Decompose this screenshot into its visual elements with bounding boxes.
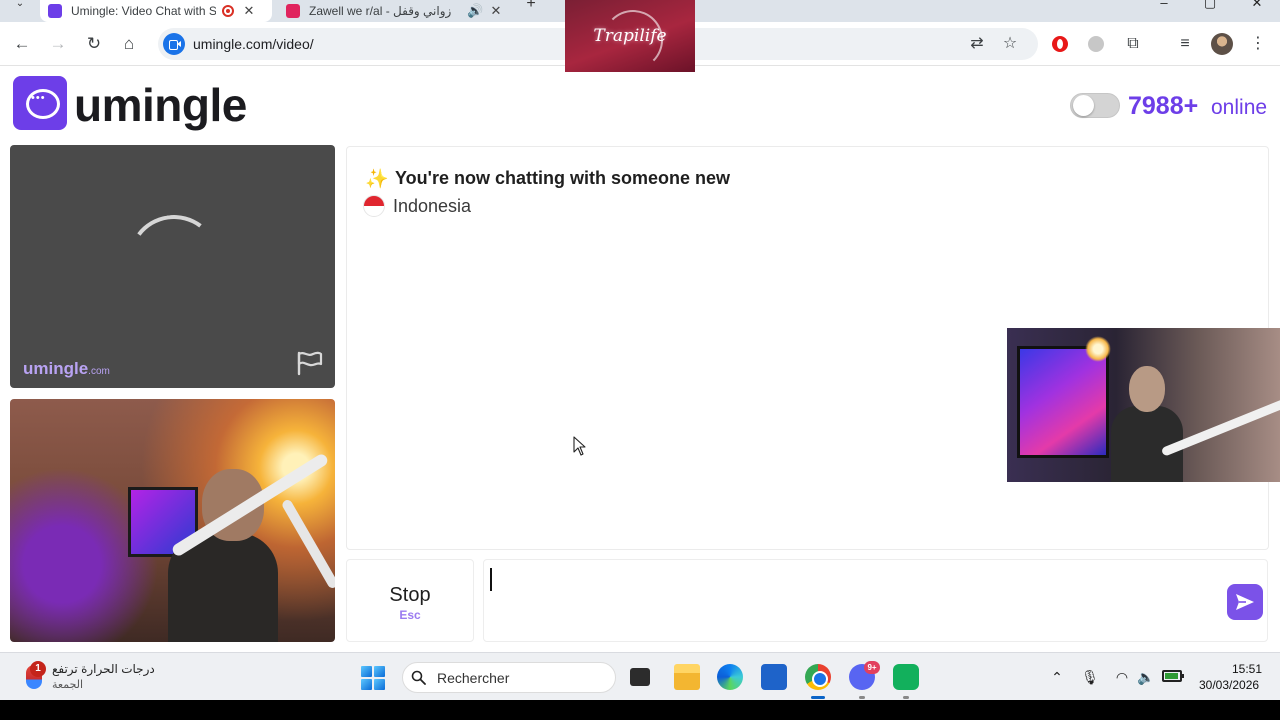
tab-umingle[interactable]: Umingle: Video Chat with St ✕: [40, 0, 272, 22]
loading-spinner-icon: [122, 209, 226, 313]
umingle-favicon-icon: [48, 4, 62, 18]
webcam-person-head: [1129, 366, 1165, 412]
opera-extension-icon[interactable]: [1052, 36, 1068, 52]
task-view-icon[interactable]: [630, 668, 650, 686]
youtube-favicon-icon: [286, 4, 300, 18]
windows-start-icon[interactable]: [361, 666, 385, 690]
close-tab-icon[interactable]: ✕: [489, 3, 503, 19]
sparkle-icon: ✨: [365, 169, 389, 190]
site-info-icon[interactable]: [163, 33, 185, 55]
restore-icon[interactable]: ▢: [1200, 0, 1220, 12]
clock-date[interactable]: 30/03/2026: [1199, 678, 1259, 692]
taskbar-search[interactable]: Rechercher: [402, 662, 616, 693]
file-explorer-icon[interactable]: [674, 664, 700, 690]
weather-title[interactable]: درجات الحرارة ترتفع: [52, 662, 155, 676]
extensions-puzzle-icon[interactable]: ⧉: [1122, 33, 1144, 55]
edge-browser-icon[interactable]: [717, 664, 743, 690]
media-control-icon[interactable]: ≡: [1174, 33, 1196, 55]
weather-badge: 1: [30, 661, 46, 677]
send-button[interactable]: [1227, 584, 1263, 620]
minimize-icon[interactable]: –: [1154, 0, 1174, 12]
brand-name[interactable]: umingle: [74, 78, 247, 132]
webcam-lamp: [1085, 336, 1111, 362]
forward-icon[interactable]: →: [46, 32, 70, 56]
video-watermark: umingle.com: [23, 359, 110, 379]
green-app-icon[interactable]: [893, 664, 919, 699]
bookmark-star-icon[interactable]: ☆: [999, 33, 1021, 55]
system-message: You're now chatting with someone new: [395, 168, 730, 188]
overlay-logo-text: Trapilife: [593, 26, 667, 46]
theme-toggle[interactable]: [1070, 93, 1120, 118]
search-icon: [411, 670, 426, 685]
watermark-domain: .com: [88, 366, 110, 377]
wifi-icon[interactable]: ◠: [1112, 667, 1132, 687]
url-text[interactable]: umingle.com/video/: [193, 36, 314, 52]
stranger-video: umingle.com: [10, 145, 335, 388]
tab-search-chevron-icon[interactable]: ⌄: [8, 0, 32, 18]
back-icon[interactable]: ←: [10, 32, 34, 56]
stop-shortcut: Esc: [399, 608, 421, 622]
stop-label: Stop: [389, 584, 431, 606]
extension-icon[interactable]: [1088, 36, 1104, 52]
chrome-icon[interactable]: [805, 664, 831, 699]
stop-button[interactable]: Stop Esc: [346, 559, 474, 642]
new-tab-icon[interactable]: +: [522, 0, 540, 14]
recording-indicator-icon: [222, 5, 234, 17]
screen-bottom-border: [0, 700, 1280, 720]
close-window-icon[interactable]: ✕: [1247, 0, 1267, 12]
country-name: Indonesia: [393, 196, 472, 216]
volume-icon[interactable]: 🔈: [1136, 667, 1156, 687]
discord-badge: 9+: [864, 661, 880, 674]
battery-icon[interactable]: [1162, 670, 1184, 682]
close-tab-icon[interactable]: ✕: [242, 3, 256, 19]
text-caret: [490, 568, 492, 591]
mouse-cursor-icon: [573, 436, 586, 456]
microsoft-store-icon[interactable]: [761, 664, 787, 690]
send-icon: [1236, 594, 1254, 610]
indonesia-flag-icon: [363, 195, 385, 217]
search-placeholder: Rechercher: [437, 670, 510, 686]
umingle-logo-icon[interactable]: [13, 76, 67, 130]
microphone-icon[interactable]: 🎙: [1080, 667, 1100, 687]
tab-title: Umingle: Video Chat with St: [71, 4, 216, 18]
profile-avatar[interactable]: [1211, 33, 1233, 55]
message-input[interactable]: [490, 566, 1210, 596]
streamer-webcam-overlay: [1007, 328, 1280, 482]
mic-arm-stand: [280, 498, 335, 590]
message-box[interactable]: [483, 559, 1268, 642]
report-flag-icon[interactable]: [296, 350, 324, 376]
watermark-name: umingle: [23, 359, 89, 378]
tab-title: Zawell we r/al - زواني وقفل: [309, 4, 452, 18]
self-video: [10, 399, 335, 642]
translate-icon[interactable]: ⇄: [966, 33, 988, 55]
home-icon[interactable]: ⌂: [117, 32, 141, 56]
clock-time[interactable]: 15:51: [1232, 662, 1262, 676]
online-count: 7988+: [1128, 92, 1199, 120]
menu-kebab-icon[interactable]: ⋮: [1247, 33, 1269, 55]
reload-icon[interactable]: ↻: [82, 32, 106, 56]
windows-taskbar: 1 درجات الحرارة ترتفع الجمعة Rechercher …: [0, 652, 1280, 700]
tray-chevron-icon[interactable]: ⌃: [1047, 667, 1067, 687]
online-label: online: [1211, 96, 1268, 119]
weather-subtitle[interactable]: الجمعة: [52, 678, 83, 691]
tab-youtube[interactable]: Zawell we r/al - زواني وقفل 🔊 ✕: [278, 0, 510, 22]
webcam-tv: [1017, 346, 1109, 458]
audio-playing-icon[interactable]: 🔊: [467, 3, 483, 19]
stream-overlay-logo: Trapilife: [565, 0, 695, 72]
